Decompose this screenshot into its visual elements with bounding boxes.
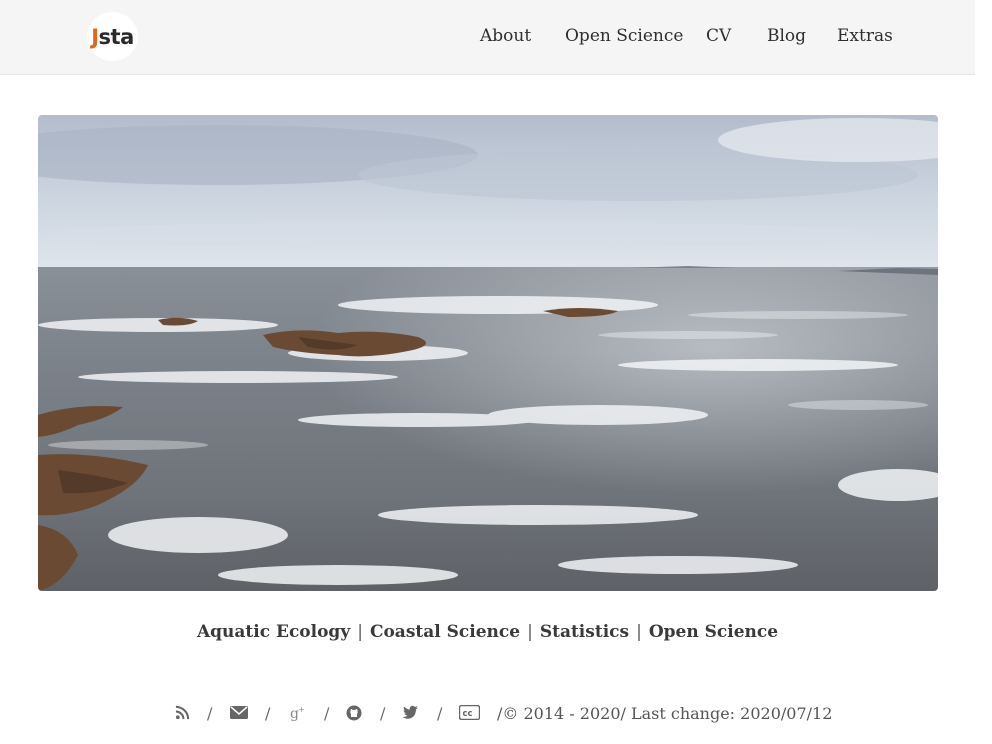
- topic-divider: |: [636, 622, 642, 642]
- copyright-text: /© 2014 - 2020/ Last change: 2020/07/12: [497, 704, 833, 723]
- rss-icon[interactable]: [175, 705, 190, 724]
- nav-item-extras[interactable]: Extras: [837, 26, 893, 46]
- nav-item-about[interactable]: About: [480, 26, 531, 46]
- hero-image: [38, 115, 938, 591]
- nav-item-blog[interactable]: Blog: [767, 26, 806, 46]
- footer-separator: /: [207, 704, 213, 723]
- topic-statistics: Statistics: [539, 622, 630, 642]
- topic-open-science: Open Science: [648, 622, 779, 642]
- svg-text:+: +: [298, 705, 305, 714]
- svg-text:cc: cc: [463, 709, 473, 719]
- nav-menu: About Open Science CV Blog Extras: [0, 26, 975, 52]
- google-plus-icon[interactable]: g +: [289, 705, 305, 725]
- ocean-photo: [38, 115, 938, 591]
- topic-divider: |: [527, 622, 533, 642]
- footer: / / g + / / / cc /© 2014 - 2020/ Last ch…: [0, 702, 990, 726]
- footer-separator: /: [380, 704, 386, 723]
- nav-item-cv[interactable]: CV: [706, 26, 731, 46]
- nav-item-open-science[interactable]: Open Science: [565, 26, 683, 46]
- footer-separator: /: [265, 704, 271, 723]
- github-icon[interactable]: [346, 705, 362, 725]
- creative-commons-icon[interactable]: cc: [458, 704, 481, 724]
- envelope-icon[interactable]: [230, 705, 248, 724]
- footer-separator: /: [437, 704, 443, 723]
- topic-divider: |: [357, 622, 363, 642]
- twitter-icon[interactable]: [402, 705, 419, 724]
- navbar: Jsta About Open Science CV Blog Extras: [0, 0, 975, 75]
- footer-separator: /: [324, 704, 330, 723]
- research-topics: Aquatic Ecology | Coastal Science | Statisti…: [0, 622, 975, 642]
- topic-coastal-science: Coastal Science: [369, 622, 521, 642]
- topic-aquatic-ecology: Aquatic Ecology: [196, 622, 351, 642]
